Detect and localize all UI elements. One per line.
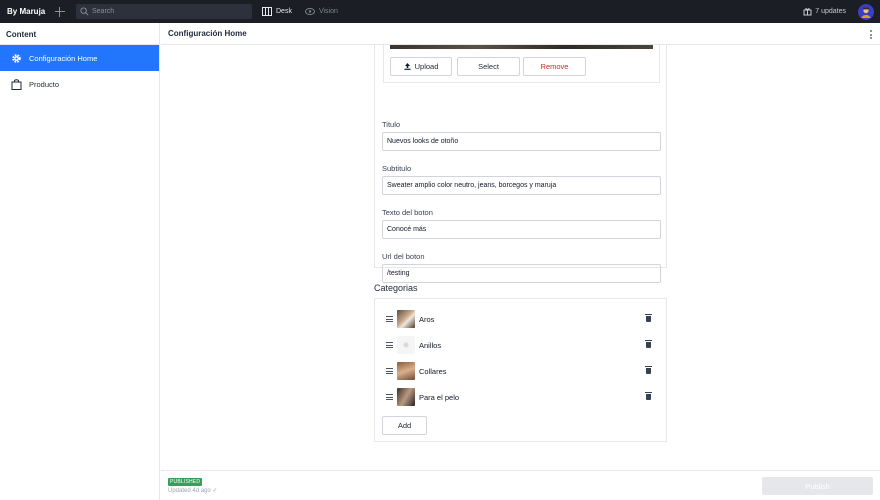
add-category-button[interactable]: Add [382,416,427,435]
delete-icon[interactable] [645,314,652,322]
image-field: Upload Select Remove [383,45,660,83]
page-title: Configuración Home [161,23,880,45]
avatar-icon [861,7,871,18]
list-item[interactable]: Para el pelo [386,387,652,407]
footer-bar: PUBLISHED Updated 4d ago ✓ Publish [161,470,880,500]
eye-icon [304,8,315,15]
delete-icon[interactable] [645,340,652,348]
category-name: Collares [419,366,447,376]
list-item[interactable]: Collares [386,361,652,381]
subtitulo-label: Subtitulo [382,164,412,173]
list-item[interactable]: Anillos [386,335,652,355]
top-bar: By Maruja Search Desk Vision 7 updates [0,0,880,23]
subtitulo-input[interactable]: Sweater amplio color neutro, jeans, borc… [382,176,661,195]
more-menu-icon[interactable] [870,30,872,39]
brand-name[interactable]: By Maruja [7,7,55,16]
nav-desk[interactable]: Desk [262,7,292,16]
category-name: Para el pelo [419,392,460,402]
updates-label: 7 updates [815,8,846,15]
texto-boton-label: Texto del boton [382,208,433,217]
url-boton-label: Url del boton [382,252,425,261]
sidebar-item-configuracion-home[interactable]: Configuración Home [0,45,159,71]
titulo-input[interactable]: Nuevos looks de otoño [382,132,661,151]
category-name: Anillos [419,340,442,350]
sidebar-item-label: Configuración Home [29,53,98,63]
category-thumbnail [397,310,415,328]
upload-icon [404,63,411,70]
search-placeholder: Search [92,8,115,15]
desk-icon [262,7,272,16]
drag-handle-icon[interactable] [386,315,393,324]
sidebar-item-label: Producto [29,79,60,89]
select-button[interactable]: Select [457,57,520,76]
upload-label: Upload [414,62,439,71]
status-badge: PUBLISHED [168,478,203,486]
delete-icon[interactable] [645,366,652,374]
search-input[interactable]: Search [76,4,252,19]
delete-icon[interactable] [645,392,652,400]
texto-boton-input[interactable]: Conocé más [382,220,661,239]
sidebar-title: Content [0,23,159,45]
category-name: Aros [419,314,435,324]
drag-handle-icon[interactable] [386,341,393,350]
updates-button[interactable]: 7 updates [803,7,846,16]
categorias-title: Categorias [374,283,418,293]
categorias-card: Aros Anillos Collares Para el pelo Add [374,298,667,442]
drag-handle-icon[interactable] [386,393,393,402]
image-preview [390,45,653,49]
bag-icon [10,78,22,90]
search-icon [80,7,89,16]
remove-button[interactable]: Remove [523,57,586,76]
drag-handle-icon[interactable] [386,367,393,376]
nav-desk-label: Desk [276,8,292,15]
gear-icon [10,52,22,64]
sidebar-item-producto[interactable]: Producto [0,71,159,97]
publish-button[interactable]: Publish [762,477,873,495]
category-thumbnail [397,336,415,354]
updated-timestamp: Updated 4d ago ✓ [168,488,218,494]
titulo-label: Titulo [382,120,401,129]
user-avatar[interactable] [858,3,874,20]
upload-button[interactable]: Upload [390,57,452,76]
main-panel: Configuración Home Upload Select Remove … [161,23,880,500]
category-thumbnail [397,388,415,406]
category-thumbnail [397,362,415,380]
home-config-card: Upload Select Remove Titulo Nuevos looks… [374,45,667,283]
nav-vision-label: Vision [318,8,338,15]
sidebar: Content Configuración Home Producto [0,23,160,500]
url-boton-input[interactable]: /testing [382,264,661,283]
list-item[interactable]: Aros [386,309,652,329]
create-new-icon[interactable] [55,6,65,17]
gift-icon [803,8,812,16]
nav-vision[interactable]: Vision [304,8,338,15]
